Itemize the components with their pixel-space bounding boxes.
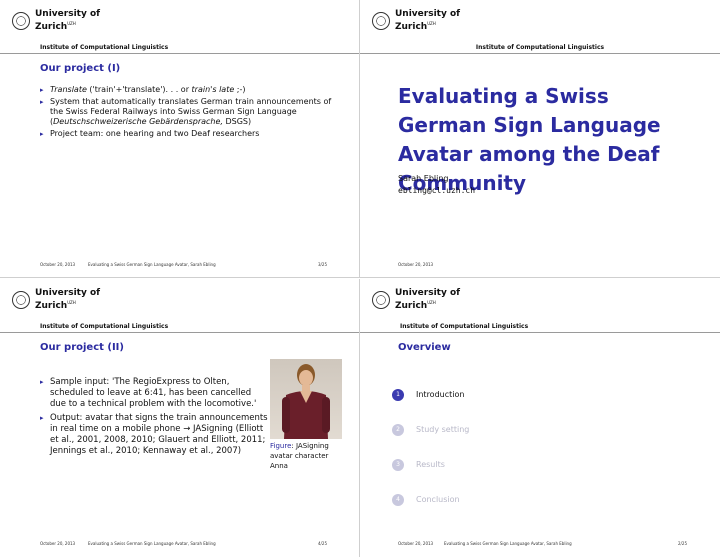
- figure-caption: Figure: JASigning avatar character Anna: [270, 442, 329, 470]
- uzh-logo: University of ZurichUZH: [12, 289, 100, 311]
- header-divider: [0, 53, 359, 54]
- frame-title: Overview: [398, 342, 451, 353]
- table-of-contents: 1 Introduction 2 Study setting 3 Results…: [392, 377, 469, 517]
- frame-title: Our project (II): [40, 342, 124, 353]
- header-divider: [360, 53, 720, 54]
- uzh-seal-icon: [12, 291, 30, 309]
- slide-title: University of ZurichUZH Institute of Com…: [360, 0, 720, 278]
- footer-date: October 20, 2013: [398, 541, 434, 546]
- toc-label: Results: [416, 460, 445, 469]
- footer-talk: Evaluating a Swiss German Sign Language …: [88, 262, 216, 267]
- institute-name: Institute of Computational Linguistics: [40, 44, 169, 51]
- frame-title: Our project (I): [40, 63, 121, 74]
- bullet-item: System that automatically translates Ger…: [40, 97, 340, 127]
- slide-our-project-2: University of ZurichUZH Institute of Com…: [0, 279, 360, 557]
- toc-item-introduction[interactable]: 1 Introduction: [392, 377, 469, 412]
- uzh-seal-icon: [12, 12, 30, 30]
- toc-item-conclusion[interactable]: 4 Conclusion: [392, 482, 469, 517]
- institute-name: Institute of Computational Linguistics: [40, 323, 169, 330]
- institute-name: Institute of Computational Linguistics: [400, 323, 529, 330]
- toc-number-badge: 1: [392, 388, 404, 401]
- author-email: ebling@cl.uzh.ch: [398, 186, 476, 195]
- uzh-logo: University of ZurichUZH: [12, 10, 100, 32]
- toc-label: Study setting: [416, 425, 470, 434]
- avatar-anna-image: [270, 359, 342, 439]
- bullet-item: Sample input: 'The RegioExpress to Olten…: [40, 377, 268, 410]
- slide-our-project-1: University of ZurichUZH Institute of Com…: [0, 0, 360, 278]
- logo-text: University of ZurichUZH: [35, 9, 101, 32]
- logo-text: University of ZurichUZH: [395, 288, 461, 311]
- uzh-logo: University of ZurichUZH: [372, 289, 460, 311]
- uzh-logo: University of ZurichUZH: [372, 10, 460, 32]
- author-name: Sarah Ebling: [398, 174, 449, 183]
- footer-date: October 20, 2013: [398, 262, 434, 267]
- bullet-item: Translate ('train'+'translate'). . . or …: [40, 85, 340, 95]
- toc-number-badge: 3: [392, 458, 404, 471]
- footer-talk: Evaluating a Swiss German Sign Language …: [88, 541, 216, 546]
- footer-date: October 20, 2013: [40, 541, 76, 546]
- avatar-figure-icon: [282, 364, 330, 439]
- logo-text: University of ZurichUZH: [395, 9, 461, 32]
- logo-text: University of ZurichUZH: [35, 288, 101, 311]
- toc-label: Introduction: [416, 390, 465, 399]
- bullet-item: Project team: one hearing and two Deaf r…: [40, 129, 340, 139]
- bullet-item: Output: avatar that signs the train anno…: [40, 413, 268, 457]
- institute-name: Institute of Computational Linguistics: [475, 44, 605, 51]
- slide-overview: University of ZurichUZH Institute of Com…: [360, 279, 720, 557]
- footer-page: 3/25: [318, 262, 327, 267]
- toc-item-results[interactable]: 3 Results: [392, 447, 469, 482]
- header-divider: [360, 332, 720, 333]
- footer-page: 2/25: [678, 541, 687, 546]
- bullet-list: Sample input: 'The RegioExpress to Olten…: [40, 377, 268, 460]
- uzh-seal-icon: [372, 291, 390, 309]
- toc-number-badge: 2: [392, 423, 404, 436]
- toc-number-badge: 4: [392, 493, 404, 506]
- toc-item-study-setting[interactable]: 2 Study setting: [392, 412, 469, 447]
- bullet-list: Translate ('train'+'translate'). . . or …: [40, 85, 340, 141]
- footer-page: 4/25: [318, 541, 327, 546]
- uzh-seal-icon: [372, 12, 390, 30]
- header-divider: [0, 332, 359, 333]
- toc-label: Conclusion: [416, 495, 460, 504]
- footer-talk: Evaluating a Swiss German Sign Language …: [444, 541, 572, 546]
- footer-date: October 20, 2013: [40, 262, 76, 267]
